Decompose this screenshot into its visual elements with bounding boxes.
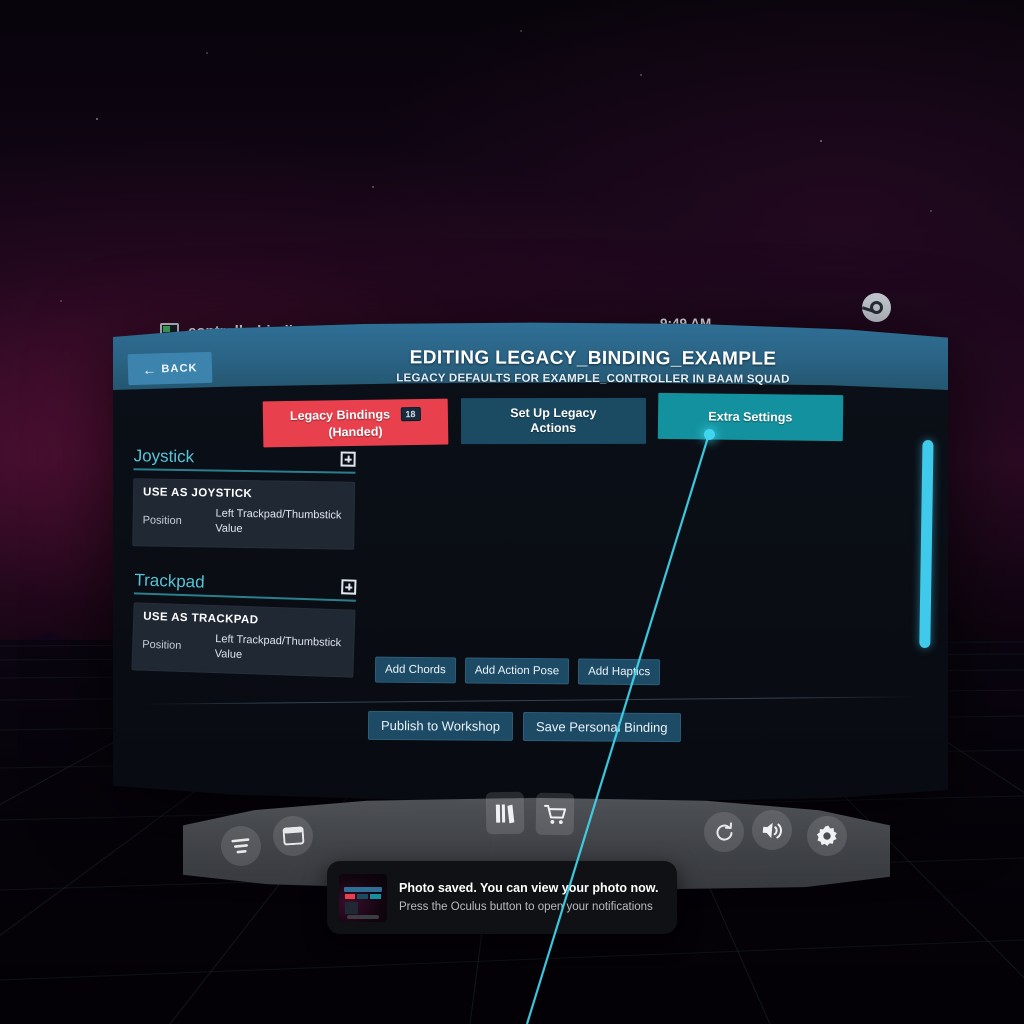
add-chords-button[interactable]: Add Chords [374,656,456,684]
menu-icon [231,838,250,854]
notification-toast[interactable]: Photo saved. You can view your photo now… [327,861,677,934]
section-trackpad-header: Trackpad [133,570,357,602]
trackpad-row-key: Position [142,638,182,652]
tab-legacy-bindings-label: Legacy Bindings [289,407,391,424]
trackpad-card-row: Position Left Trackpad/Thumbstick Value [142,630,345,666]
tab-legacy-bindings[interactable]: Legacy Bindings 18 (Handed) [262,398,449,448]
tab-extra-settings-label: Extra Settings [708,409,793,425]
toast-title: Photo saved. You can view your photo now… [399,881,659,896]
section-trackpad-title: Trackpad [134,570,205,592]
volume-icon [762,822,783,838]
save-personal-binding-button[interactable]: Save Personal Binding [522,711,681,743]
steam-logo-icon [862,293,891,322]
joystick-row-key: Position [142,513,182,527]
joystick-card-label: USE AS JOYSTICK [142,486,253,501]
plus-square-icon[interactable] [340,451,356,467]
section-joystick: Joystick USE AS JOYSTICK Position Left T… [132,446,356,550]
joystick-card-row: Position Left Trackpad/Thumbstick Value [142,505,344,537]
back-button[interactable]: ← BACK [127,351,213,386]
section-trackpad: Trackpad USE AS TRACKPAD Position Left T… [131,570,357,678]
panel-title-block: EDITING LEGACY_BINDING_EXAMPLE LEGACY DE… [293,347,893,386]
joystick-row-value: Left Trackpad/Thumbstick Value [215,507,342,535]
page-subtitle: LEGACY DEFAULTS FOR EXAMPLE_CONTROLLER I… [396,372,790,386]
trackpad-binding-card[interactable]: USE AS TRACKPAD Position Left Trackpad/T… [131,602,356,678]
cart-icon [543,804,567,824]
trackpad-row-value: Left Trackpad/Thumbstick Value [214,633,342,661]
trackpad-card-label: USE AS TRACKPAD [142,610,259,627]
publish-to-workshop-button[interactable]: Publish to Workshop [367,710,514,741]
tab-set-up-legacy-actions-label: Set Up Legacy [509,406,597,421]
tab-legacy-bindings-sublabel: (Handed) [328,424,383,440]
back-button-label: BACK [161,361,198,375]
window-panel-icon [282,826,304,846]
tab-bar: Legacy Bindings 18 (Handed) Set Up Legac… [262,392,844,448]
tab-extra-settings[interactable]: Extra Settings [658,392,844,442]
arrow-left-icon: ← [142,360,157,378]
dock-store-button[interactable] [535,792,575,836]
section-joystick-header: Joystick [133,446,356,474]
add-haptics-button[interactable]: Add Haptics [578,658,661,686]
tab-set-up-legacy-actions[interactable]: Set Up Legacy Actions [460,397,646,445]
steamvr-binding-panel: ← BACK EDITING LEGACY_BINDING_EXAMPLE LE… [113,322,948,802]
tab-legacy-bindings-badge: 18 [400,406,421,422]
bindings-sidebar: Joystick USE AS JOYSTICK Position Left T… [131,446,357,678]
page-title: EDITING LEGACY_BINDING_EXAMPLE [409,347,777,370]
laser-pointer-dot [704,429,715,440]
add-actions-row: Add Chords Add Action Pose Add Haptics [374,656,675,686]
reset-view-icon [716,821,732,841]
section-joystick-title: Joystick [133,446,195,467]
save-actions-row: Publish to Workshop Save Personal Bindin… [367,710,681,743]
library-icon [495,804,515,823]
dock-library-button[interactable] [485,791,525,835]
photo-thumbnail [339,873,387,922]
toast-subtitle: Press the Oculus button to open your not… [399,900,653,913]
toast-text-block: Photo saved. You can view your photo now… [399,880,659,915]
add-action-pose-button[interactable]: Add Action Pose [464,657,570,685]
plus-square-icon[interactable] [341,579,357,595]
tab-set-up-legacy-actions-sublabel: Actions [530,420,576,436]
joystick-binding-card[interactable]: USE AS JOYSTICK Position Left Trackpad/T… [132,478,356,550]
steam-logo-inner [870,301,883,314]
gear-icon [816,825,837,846]
